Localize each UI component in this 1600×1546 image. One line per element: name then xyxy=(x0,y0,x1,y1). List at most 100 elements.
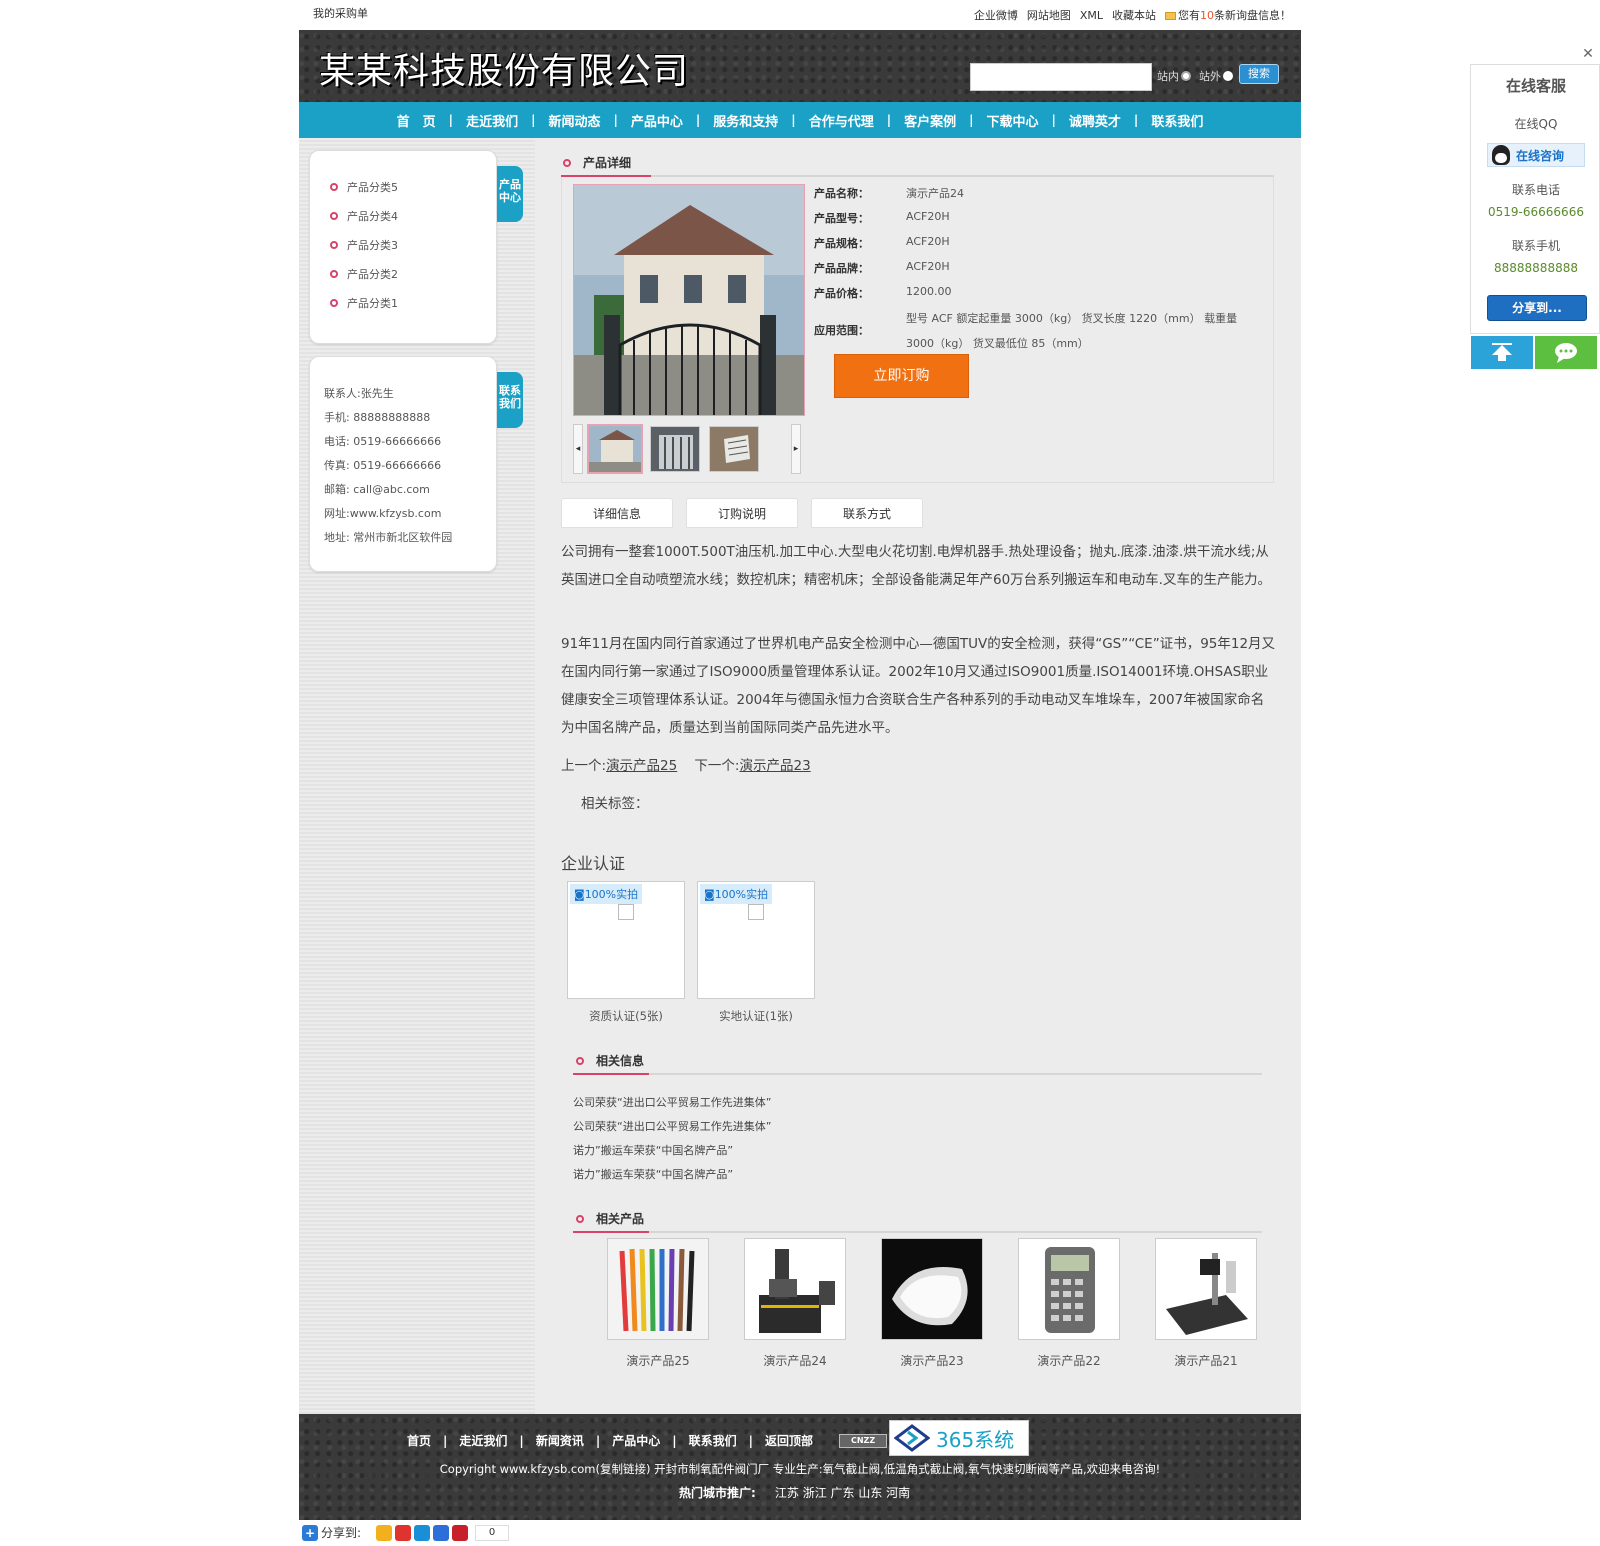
nav-partner[interactable]: 合作与代理 xyxy=(796,111,887,130)
footer-contact[interactable]: 联系我们 xyxy=(677,1432,749,1449)
related-product-image[interactable] xyxy=(744,1238,846,1340)
contact-fax: 传真: 0519-66666666 xyxy=(324,459,442,472)
nav-cases[interactable]: 客户案例 xyxy=(891,111,969,130)
renren-icon[interactable] xyxy=(433,1524,450,1541)
prev-product-link[interactable]: 演示产品25 xyxy=(606,758,677,774)
broken-image-icon xyxy=(748,904,764,920)
radio-site-in[interactable]: 站内 xyxy=(1157,68,1191,84)
nav-download[interactable]: 下载中心 xyxy=(974,111,1052,130)
tab-contact[interactable]: 联系方式 xyxy=(811,498,923,528)
thumb-image[interactable] xyxy=(587,424,643,474)
xml-link[interactable]: XML xyxy=(1080,9,1103,22)
category-item[interactable]: 产品分类1 xyxy=(330,295,398,311)
cert-card[interactable]: ◙100%实拍 xyxy=(567,881,685,999)
close-icon[interactable]: ✕ xyxy=(1580,46,1596,62)
mail-icon xyxy=(1165,12,1176,20)
cnzz-badge[interactable]: CNZZ xyxy=(839,1433,888,1448)
buy-now-button[interactable]: 立即订购 xyxy=(834,354,969,398)
tencent-weibo-icon[interactable] xyxy=(414,1524,431,1541)
weibo-link[interactable]: 企业微博 xyxy=(974,7,1018,23)
category-item[interactable]: 产品分类3 xyxy=(330,237,398,253)
plus-share-icon[interactable]: + xyxy=(302,1524,318,1541)
description-paragraph: 公司拥有一整套1000T.500T油压机.加工中心.大型电火花切割.电焊机器手.… xyxy=(561,544,1271,588)
related-info-link[interactable]: 公司荣获“进出口公平贸易工作先进集体” xyxy=(573,1118,771,1134)
range-line: 3000（kg） 货叉最低位 85（mm） xyxy=(906,337,1089,350)
nav-about[interactable]: 走近我们 xyxy=(453,111,531,130)
nav-news[interactable]: 新闻动态 xyxy=(535,111,613,130)
category-item[interactable]: 产品分类4 xyxy=(330,208,398,224)
nav-contact[interactable]: 联系我们 xyxy=(1138,111,1216,130)
cert-title: 企业认证 xyxy=(561,854,626,873)
search-button[interactable]: 搜索 xyxy=(1239,64,1279,84)
category-item[interactable]: 产品分类5 xyxy=(330,179,398,195)
favorite-link[interactable]: 收藏本站 xyxy=(1112,7,1156,23)
tab-order-info[interactable]: 订购说明 xyxy=(686,498,798,528)
related-product-label[interactable]: 演示产品25 xyxy=(607,1352,709,1369)
site-logo[interactable]: 某某科技股份有限公司 xyxy=(319,42,689,94)
cart-link[interactable]: 我的采购单 xyxy=(313,5,368,21)
qzone-icon[interactable] xyxy=(376,1524,393,1541)
related-product-image[interactable] xyxy=(1155,1238,1257,1340)
search-input[interactable] xyxy=(970,63,1152,91)
footer-news[interactable]: 新闻资讯 xyxy=(524,1432,596,1449)
back-to-top-button[interactable] xyxy=(1471,336,1533,369)
cert-card[interactable]: ◙100%实拍 xyxy=(697,881,815,999)
douban-icon[interactable] xyxy=(452,1524,469,1541)
related-info-link[interactable]: 诺力”搬运车荣获“中国名牌产品” xyxy=(573,1142,733,1158)
spec-row: 产品名称： xyxy=(814,187,869,200)
cert-label[interactable]: 实地认证(1张) xyxy=(697,1008,815,1024)
related-info-link[interactable]: 诺力”搬运车荣获“中国名牌产品” xyxy=(573,1166,733,1182)
thumb-image[interactable] xyxy=(709,426,759,472)
related-info-link[interactable]: 公司荣获“进出口公平贸易工作先进集体” xyxy=(573,1094,771,1110)
nav-service[interactable]: 服务和支持 xyxy=(700,111,791,130)
contact-website: 网址:www.kfzysb.com xyxy=(324,507,442,520)
description-paragraph: 91年11月在国内同行首家通过了世界机电产品安全检测中心—德国TUV的安全检测，… xyxy=(561,636,1276,736)
sitemap-link[interactable]: 网站地图 xyxy=(1027,7,1071,23)
related-product-label[interactable]: 演示产品21 xyxy=(1155,1352,1257,1369)
footer-products[interactable]: 产品中心 xyxy=(600,1432,672,1449)
footer-about[interactable]: 走近我们 xyxy=(447,1432,519,1449)
footer-home[interactable]: 首页 xyxy=(395,1432,443,1449)
365-system-logo[interactable]: 365系统 xyxy=(889,1420,1029,1456)
next-product-link[interactable]: 演示产品23 xyxy=(739,758,810,774)
range-line: 型号 ACF 额定起重量 3000（kg） 货叉长度 1220（mm） 载重量 xyxy=(906,312,1238,325)
mobile-value: 88888888888 xyxy=(1494,261,1578,275)
contact-address: 地址: 常州市新北区软件园 xyxy=(324,531,453,544)
related-product-image[interactable] xyxy=(881,1238,983,1340)
related-product-image[interactable] xyxy=(607,1238,709,1340)
contact-person: 联系人:张先生 xyxy=(324,387,394,400)
bullet-icon xyxy=(330,241,338,249)
inquiry-link[interactable]: 您有10条新询盘信息！ xyxy=(1165,7,1291,23)
kefu-title: 在线客服 xyxy=(1505,77,1566,95)
price-value: 1200.00 xyxy=(906,285,952,298)
share-bar: + 分享到: 0 xyxy=(302,1524,510,1541)
related-product-label[interactable]: 演示产品24 xyxy=(744,1352,846,1369)
nav-products[interactable]: 产品中心 xyxy=(618,111,696,130)
share-to-button[interactable]: 分享到... xyxy=(1487,295,1587,321)
related-products-heading: 相关产品 xyxy=(576,1210,644,1227)
related-product-label[interactable]: 演示产品22 xyxy=(1018,1352,1120,1369)
weibo-icon[interactable] xyxy=(395,1524,412,1541)
product-main-image[interactable] xyxy=(573,184,805,416)
photo-badge: ◙100%实拍 xyxy=(570,884,643,904)
nav-home[interactable]: 首 页 xyxy=(384,111,449,130)
related-product-label[interactable]: 演示产品23 xyxy=(881,1352,983,1369)
thumb-next-arrow[interactable]: ▸ xyxy=(791,424,801,474)
thumb-prev-arrow[interactable]: ◂ xyxy=(573,424,583,474)
spec-value: ACF20H xyxy=(906,210,950,223)
nav-jobs[interactable]: 诚聘英才 xyxy=(1056,111,1134,130)
thumb-image[interactable] xyxy=(650,426,700,472)
category-item[interactable]: 产品分类2 xyxy=(330,266,398,282)
radio-site-out[interactable]: 站外 xyxy=(1199,68,1233,84)
tab-details[interactable]: 详细信息 xyxy=(561,498,673,528)
contact-email: 邮箱: call@abc.com xyxy=(324,483,430,496)
spec-row: 产品价格： xyxy=(814,287,869,300)
qq-consult-button[interactable]: 在线咨询 xyxy=(1487,143,1585,167)
chat-button[interactable] xyxy=(1535,336,1597,369)
footer-back-top[interactable]: 返回顶部 xyxy=(753,1432,825,1449)
online-service-panel: 在线客服 在线QQ 在线咨询 联系电话 0519-66666666 联系手机 8… xyxy=(1470,64,1600,334)
related-product-image[interactable] xyxy=(1018,1238,1120,1340)
cert-label[interactable]: 资质认证(5张) xyxy=(567,1008,685,1024)
spec-row: 产品规格： xyxy=(814,237,869,250)
spec-row: 产品品牌： xyxy=(814,262,869,275)
